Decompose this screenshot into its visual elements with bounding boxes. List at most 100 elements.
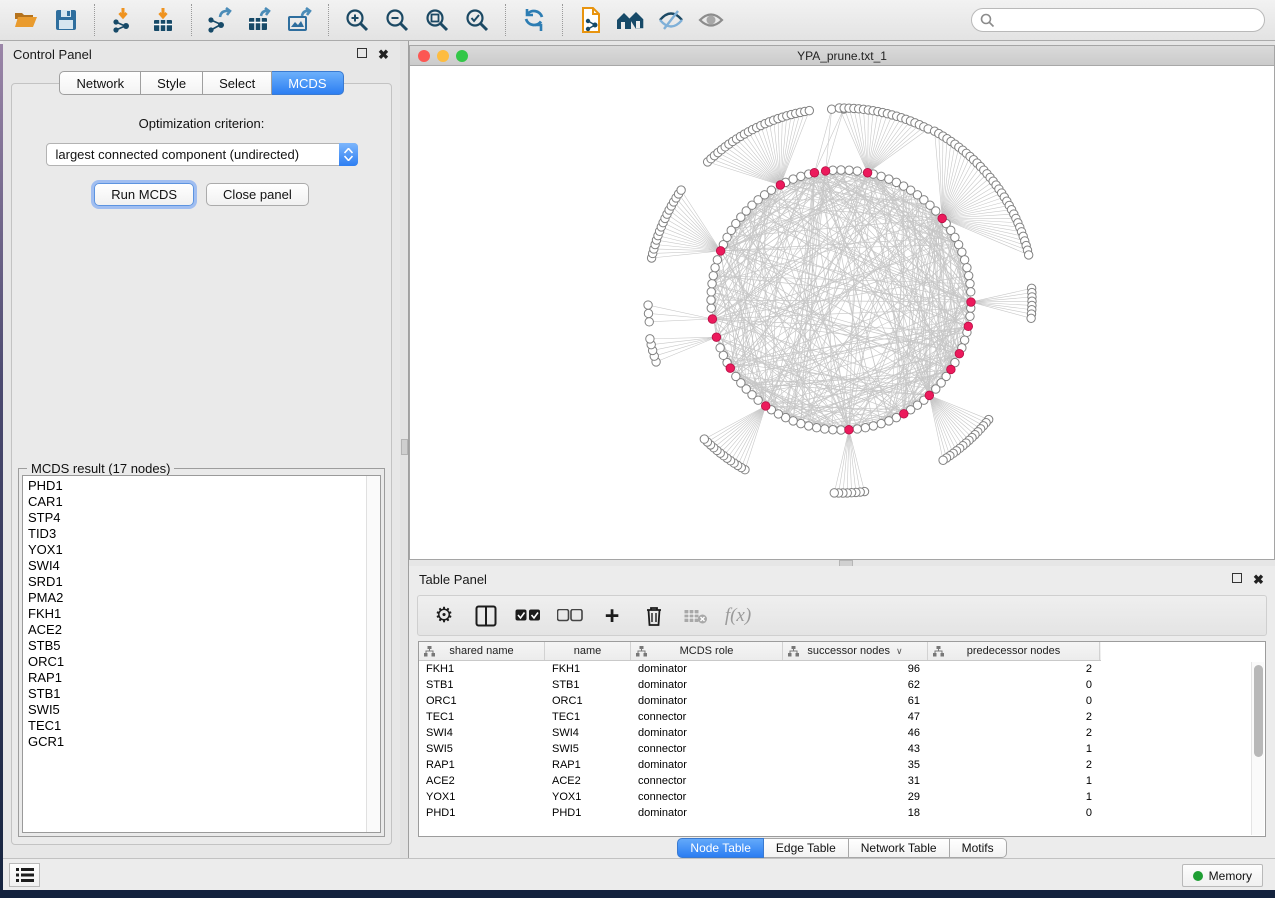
mcds-result-item[interactable]: STB5 bbox=[28, 638, 366, 654]
tab-motifs[interactable]: Motifs bbox=[950, 838, 1007, 858]
graph-node[interactable] bbox=[708, 280, 716, 288]
mcds-result-item[interactable]: ACE2 bbox=[28, 622, 366, 638]
mcds-result-item[interactable]: TEC1 bbox=[28, 718, 366, 734]
mcds-result-item[interactable]: RAP1 bbox=[28, 670, 366, 686]
graph-node[interactable] bbox=[707, 288, 715, 296]
tab-edge-table[interactable]: Edge Table bbox=[764, 838, 849, 858]
search-input[interactable] bbox=[995, 13, 1245, 27]
table-row[interactable]: FKH1FKH1dominator962 bbox=[419, 661, 1265, 677]
mcds-result-item[interactable]: STP4 bbox=[28, 510, 366, 526]
graph-node[interactable] bbox=[646, 335, 654, 343]
graph-node[interactable] bbox=[732, 372, 740, 380]
minimize-window-icon[interactable] bbox=[437, 50, 449, 62]
tab-select[interactable]: Select bbox=[203, 71, 272, 95]
graph-node[interactable] bbox=[805, 106, 813, 114]
settings-gear-icon[interactable]: ⚙ bbox=[430, 601, 458, 631]
graph-node[interactable] bbox=[644, 301, 652, 309]
refresh-layout-icon[interactable] bbox=[514, 3, 554, 37]
vertical-splitter[interactable] bbox=[400, 41, 409, 858]
graph-node[interactable] bbox=[677, 186, 685, 194]
graph-node[interactable] bbox=[960, 256, 968, 264]
import-table-icon[interactable] bbox=[143, 3, 183, 37]
graph-node[interactable] bbox=[712, 333, 721, 342]
graph-node[interactable] bbox=[707, 296, 715, 304]
graph-node[interactable] bbox=[713, 256, 721, 264]
export-table-icon[interactable] bbox=[240, 3, 280, 37]
zoom-fit-icon[interactable] bbox=[417, 3, 457, 37]
graph-node[interactable] bbox=[830, 489, 838, 497]
table-row[interactable]: YOX1YOX1connector291 bbox=[419, 789, 1265, 805]
graph-node[interactable] bbox=[885, 417, 893, 425]
graph-node[interactable] bbox=[789, 175, 797, 183]
tab-network[interactable]: Network bbox=[59, 71, 141, 95]
graph-node[interactable] bbox=[960, 336, 968, 344]
mcds-result-item[interactable]: PMA2 bbox=[28, 590, 366, 606]
graph-node[interactable] bbox=[726, 364, 735, 373]
close-panel-button[interactable]: Close panel bbox=[206, 183, 309, 206]
mcds-result-list[interactable]: PHD1CAR1STP4TID3YOX1SWI4SRD1PMA2FKH1ACE2… bbox=[22, 475, 381, 833]
graph-node[interactable] bbox=[966, 312, 974, 320]
mcds-result-item[interactable]: ORC1 bbox=[28, 654, 366, 670]
network-from-document-icon[interactable] bbox=[571, 3, 611, 37]
table-row[interactable]: ORC1ORC1dominator610 bbox=[419, 693, 1265, 709]
mcds-result-item[interactable]: PHD1 bbox=[28, 478, 366, 494]
graph-node[interactable] bbox=[645, 318, 653, 326]
table-row[interactable]: PHD1PHD1dominator180 bbox=[419, 805, 1265, 821]
run-mcds-button[interactable]: Run MCDS bbox=[94, 183, 194, 206]
optimization-criterion-select[interactable]: largest connected component (undirected) bbox=[46, 143, 358, 166]
column-header-successor-nodes[interactable]: successor nodes∨ bbox=[783, 642, 928, 660]
table-header-row[interactable]: shared namenameMCDS rolesuccessor nodes∨… bbox=[419, 642, 1101, 661]
float-table-panel-icon[interactable] bbox=[1230, 573, 1243, 586]
graph-node[interactable] bbox=[955, 349, 964, 358]
delete-row-icon[interactable] bbox=[640, 601, 668, 631]
graph-node[interactable] bbox=[804, 422, 812, 430]
add-row-icon[interactable]: + bbox=[598, 601, 626, 631]
zoom-out-icon[interactable] bbox=[377, 3, 417, 37]
graph-node[interactable] bbox=[877, 172, 885, 180]
column-layout-icon[interactable] bbox=[472, 601, 500, 631]
graph-node[interactable] bbox=[958, 248, 966, 256]
table-row[interactable]: ACE2ACE2connector311 bbox=[419, 773, 1265, 789]
hide-columns-icon[interactable] bbox=[556, 601, 584, 631]
node-table[interactable]: shared namenameMCDS rolesuccessor nodes∨… bbox=[418, 641, 1266, 837]
tab-network-table[interactable]: Network Table bbox=[849, 838, 950, 858]
maximize-window-icon[interactable] bbox=[456, 50, 468, 62]
graph-node[interactable] bbox=[810, 168, 819, 177]
graph-node[interactable] bbox=[709, 271, 717, 279]
zoom-selected-icon[interactable] bbox=[457, 3, 497, 37]
table-row[interactable]: SWI5SWI5connector431 bbox=[419, 741, 1265, 757]
mcds-result-item[interactable]: GCR1 bbox=[28, 734, 366, 750]
graph-node[interactable] bbox=[900, 410, 909, 419]
graph-node[interactable] bbox=[845, 166, 853, 174]
graph-node[interactable] bbox=[863, 168, 872, 177]
graph-node[interactable] bbox=[812, 423, 820, 431]
graph-node[interactable] bbox=[861, 423, 869, 431]
hide-panels-icon[interactable] bbox=[651, 3, 691, 37]
network-canvas[interactable] bbox=[410, 66, 1274, 559]
table-scrollbar[interactable] bbox=[1251, 662, 1264, 835]
graph-node[interactable] bbox=[853, 167, 861, 175]
zoom-in-icon[interactable] bbox=[337, 3, 377, 37]
column-header-predecessor-nodes[interactable]: predecessor nodes bbox=[928, 642, 1100, 660]
splitter-handle[interactable] bbox=[401, 439, 408, 455]
network-window-titlebar[interactable]: YPA_prune.txt_1 bbox=[410, 46, 1274, 66]
graph-node[interactable] bbox=[837, 166, 845, 174]
export-image-icon[interactable] bbox=[280, 3, 320, 37]
graph-node[interactable] bbox=[708, 315, 717, 324]
table-row[interactable]: TEC1TEC1connector472 bbox=[419, 709, 1265, 725]
mcds-result-item[interactable]: CAR1 bbox=[28, 494, 366, 510]
float-panel-icon[interactable] bbox=[355, 48, 368, 61]
mcds-result-item[interactable]: YOX1 bbox=[28, 542, 366, 558]
ui-settings-menu-button[interactable] bbox=[9, 863, 40, 887]
graph-node[interactable] bbox=[829, 426, 837, 434]
tab-node-table[interactable]: Node Table bbox=[677, 838, 764, 858]
memory-button[interactable]: Memory bbox=[1182, 864, 1263, 887]
graph-node[interactable] bbox=[967, 288, 975, 296]
graph-node[interactable] bbox=[716, 344, 724, 352]
mcds-result-item[interactable]: TID3 bbox=[28, 526, 366, 542]
graph-node[interactable] bbox=[845, 425, 854, 434]
table-row[interactable]: SWI4SWI4dominator462 bbox=[419, 725, 1265, 741]
search-network-databases-icon[interactable] bbox=[611, 3, 651, 37]
graph-node[interactable] bbox=[966, 280, 974, 288]
graph-node[interactable] bbox=[938, 214, 947, 223]
